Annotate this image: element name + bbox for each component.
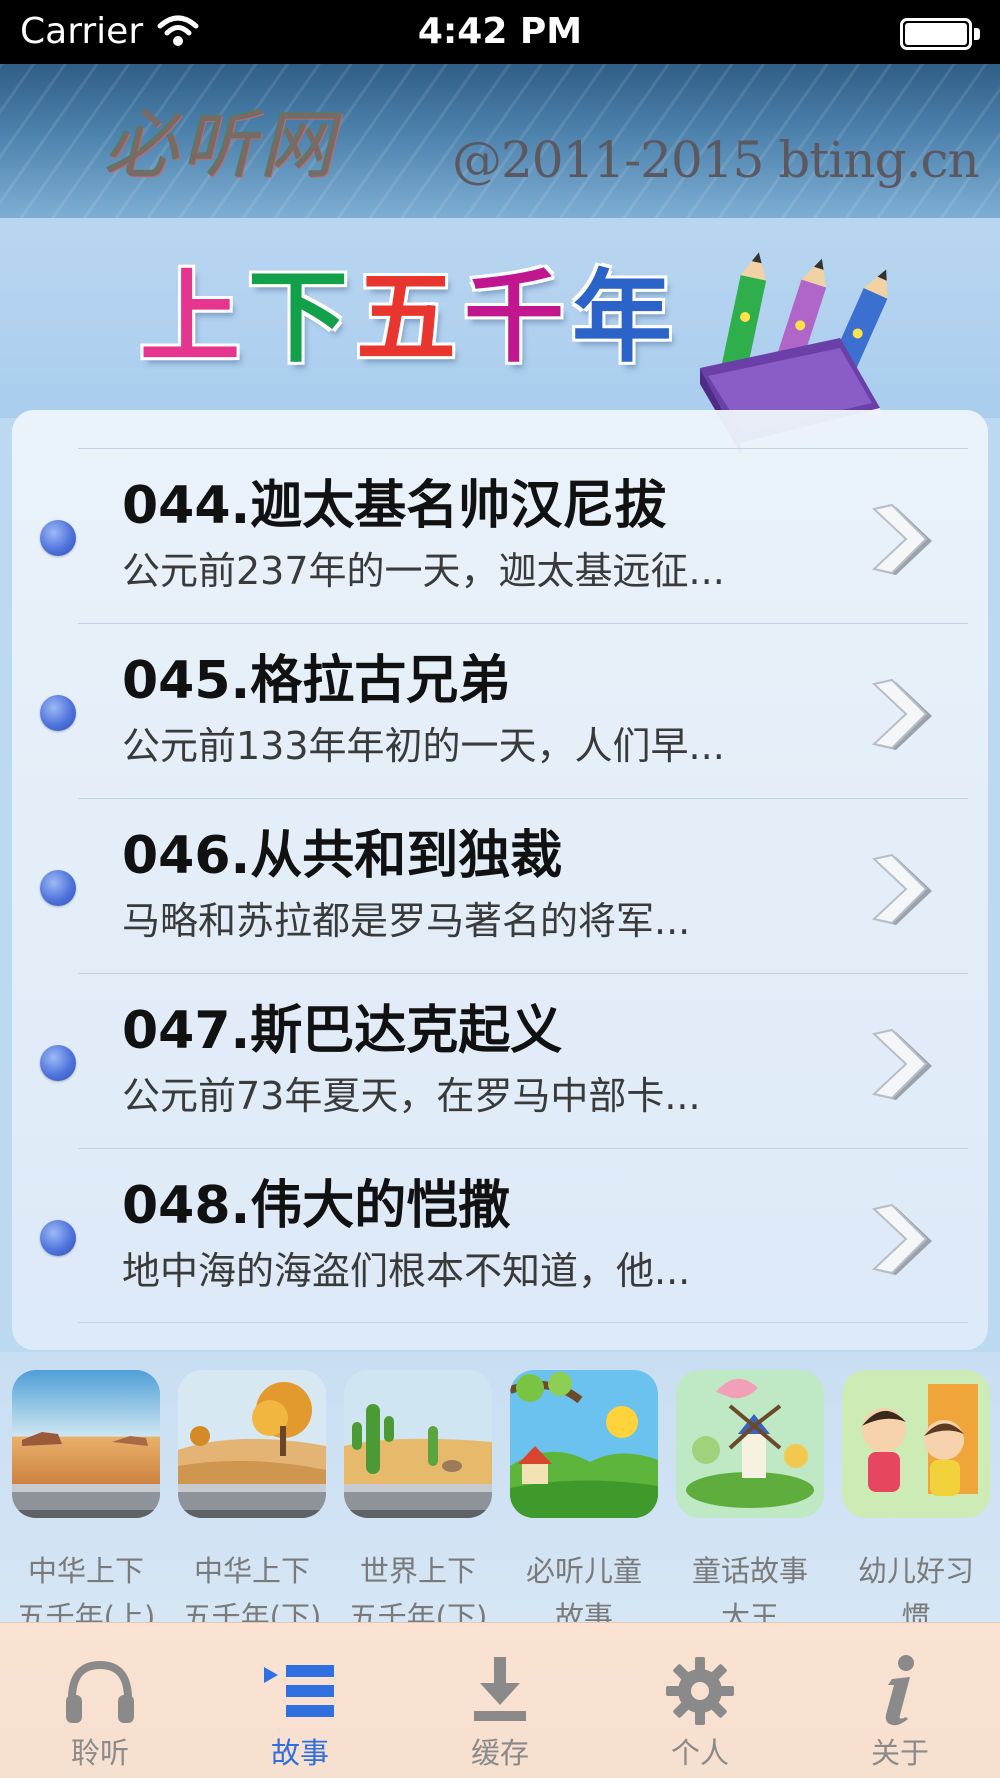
battery-icon bbox=[900, 18, 980, 50]
story-list-item[interactable]: 044.迦太基名帅汉尼拔 公元前237年的一天，迦太基远征... bbox=[40, 448, 968, 623]
category-label: 幼儿好习惯 bbox=[857, 1554, 974, 1622]
tab-label: 关于 bbox=[870, 1736, 929, 1770]
story-list-item[interactable]: 048.伟大的恺撒 地中海的海盗们根本不知道，他... bbox=[40, 1148, 968, 1323]
story-summary: 马略和苏拉都是罗马著名的将军... bbox=[122, 899, 691, 943]
chevron-right-icon bbox=[871, 678, 932, 750]
bullet-icon bbox=[40, 1045, 76, 1081]
bullet-icon bbox=[40, 870, 76, 906]
title-char: 千 bbox=[462, 257, 566, 378]
category-item[interactable]: 幼儿好习惯 bbox=[834, 1370, 998, 1622]
bullet-icon bbox=[40, 1220, 76, 1256]
category-label: 中华上下 五千年(上) bbox=[16, 1554, 156, 1622]
story-list-item[interactable]: 045.格拉古兄弟 公元前133年年初的一天，人们早... bbox=[40, 623, 968, 798]
copyright-text: @2011-2015 bting.cn bbox=[452, 131, 980, 189]
story-list-icon bbox=[264, 1665, 334, 1717]
category-label: 世界上下 五千年(下) bbox=[348, 1554, 488, 1622]
chevron-right-icon bbox=[871, 503, 932, 575]
story-summary: 公元前73年夏天，在罗马中部卡... bbox=[122, 1074, 701, 1118]
tab-label: 聆听 bbox=[70, 1736, 129, 1770]
tab-label: 缓存 bbox=[470, 1736, 529, 1770]
title-char: 上 bbox=[138, 257, 242, 378]
category-label: 中华上下 五千年(下) bbox=[182, 1554, 322, 1622]
site-banner: 必听网 @2011-2015 bting.cn bbox=[0, 64, 1000, 218]
category-label: 必听儿童 故事 bbox=[525, 1554, 642, 1622]
tab-bar: 聆听 故事 缓存 个人 关于 bbox=[0, 1622, 1000, 1778]
fairytale-windmill-icon bbox=[676, 1370, 824, 1518]
site-logo: 必听网 bbox=[104, 103, 338, 189]
autumn-dunes-icon bbox=[178, 1370, 326, 1518]
status-bar: Carrier 4:42 PM bbox=[0, 0, 1000, 64]
title-char: 年 bbox=[570, 257, 674, 378]
desert-canyon-icon bbox=[12, 1370, 160, 1518]
tab-listen[interactable]: 聆听 bbox=[0, 1623, 200, 1778]
page-header: 上 下 五 千 年 bbox=[0, 218, 1000, 456]
tab-label: 个人 bbox=[670, 1736, 729, 1770]
story-list-item[interactable]: 047.斯巴达克起义 公元前73年夏天，在罗马中部卡... bbox=[40, 973, 968, 1148]
cartoon-village-icon bbox=[510, 1370, 658, 1518]
category-item[interactable]: 童话故事 大王 bbox=[668, 1370, 832, 1622]
category-item[interactable]: 中华上下 五千年(上) bbox=[4, 1370, 168, 1622]
download-icon bbox=[474, 1657, 526, 1721]
category-item[interactable]: 世界上下 五千年(下) bbox=[336, 1370, 500, 1622]
info-icon bbox=[885, 1655, 914, 1726]
story-title: 044.迦太基名帅汉尼拔 bbox=[122, 476, 667, 536]
story-list-item[interactable]: 046.从共和到独裁 马略和苏拉都是罗马著名的将军... bbox=[40, 798, 968, 973]
bullet-icon bbox=[40, 695, 76, 731]
chevron-right-icon bbox=[871, 853, 932, 925]
category-label: 童话故事 大王 bbox=[691, 1554, 808, 1622]
category-item[interactable]: 中华上下 五千年(下) bbox=[170, 1370, 334, 1622]
bullet-icon bbox=[40, 520, 76, 556]
story-summary: 公元前237年的一天，迦太基远征... bbox=[122, 549, 725, 593]
category-item[interactable]: 必听儿童 故事 bbox=[502, 1370, 666, 1622]
tab-download[interactable]: 缓存 bbox=[400, 1623, 600, 1778]
title-char: 下 bbox=[246, 257, 350, 378]
story-title: 046.从共和到独裁 bbox=[122, 826, 563, 886]
status-time: 4:42 PM bbox=[417, 11, 583, 52]
category-strip[interactable]: 中华上下 五千年(上) 中华上下 五千年(下) 世界上下 五千年(下) 必听儿童… bbox=[0, 1352, 1000, 1622]
page-title: 上 下 五 千 年 bbox=[138, 257, 674, 378]
story-title: 047.斯巴达克起义 bbox=[122, 1001, 563, 1061]
story-title: 048.伟大的恺撒 bbox=[122, 1176, 511, 1236]
story-list-card: 044.迦太基名帅汉尼拔 公元前237年的一天，迦太基远征... 045.格拉古… bbox=[12, 410, 988, 1350]
cactus-desert-icon bbox=[344, 1370, 492, 1518]
tab-story[interactable]: 故事 bbox=[200, 1623, 400, 1778]
title-char: 五 bbox=[354, 257, 458, 378]
story-title: 045.格拉古兄弟 bbox=[122, 651, 511, 711]
kids-cartoon-icon bbox=[842, 1370, 990, 1518]
headphones-icon bbox=[66, 1660, 134, 1723]
tab-profile[interactable]: 个人 bbox=[600, 1623, 800, 1778]
story-summary: 公元前133年年初的一天，人们早... bbox=[122, 724, 725, 768]
chevron-right-icon bbox=[871, 1028, 932, 1100]
story-summary: 地中海的海盗们根本不知道，他... bbox=[122, 1249, 691, 1293]
tab-label: 故事 bbox=[270, 1736, 329, 1770]
chevron-right-icon bbox=[871, 1203, 932, 1275]
gear-icon bbox=[666, 1657, 734, 1725]
story-list: 044.迦太基名帅汉尼拔 公元前237年的一天，迦太基远征... 045.格拉古… bbox=[12, 448, 988, 1323]
tab-about[interactable]: 关于 bbox=[800, 1623, 1000, 1778]
